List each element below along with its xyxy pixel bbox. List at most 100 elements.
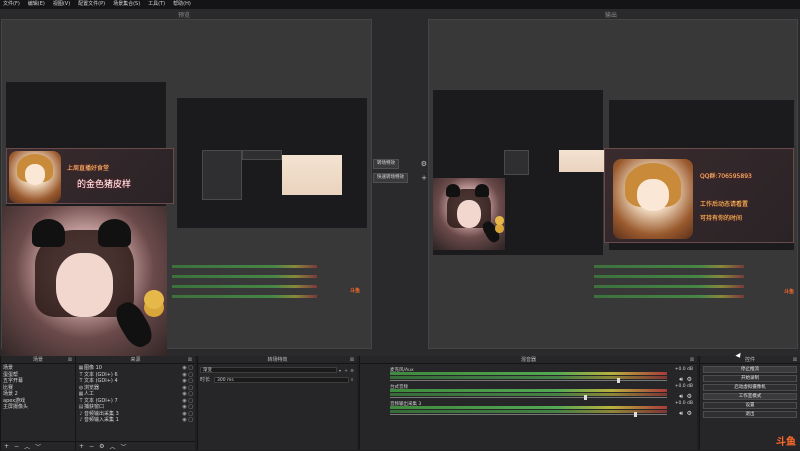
level-meter xyxy=(390,389,667,392)
volume-slider[interactable] xyxy=(390,380,667,381)
eye-icon[interactable]: ◉ ▢ xyxy=(182,417,193,424)
duration-label: 时长 xyxy=(200,377,211,383)
mixer-channel: 麦克风/Aux +0.0 dB 🔊︎ ⚙ xyxy=(390,367,695,384)
nested-panel xyxy=(242,150,282,160)
level-meter xyxy=(390,410,667,413)
transitions-title: 转场特效 xyxy=(267,357,288,363)
sources-panel: 来源 ⊠ ▦ 图像 10 ◉ ▢ T 文本 (GDI+) 6 ◉ ▢ T 文本 (GDI+)… xyxy=(75,356,195,451)
nested-meter xyxy=(172,265,317,268)
douyu-watermark-small: 斗鱼 xyxy=(350,288,361,294)
gear-icon[interactable]: ⚙ xyxy=(349,368,355,373)
webcam-source xyxy=(433,178,505,250)
scene-item[interactable]: 主屏摄像头 xyxy=(1,404,75,411)
stepper-icon[interactable]: ⇕ xyxy=(349,377,355,382)
gear-icon[interactable]: ⚙ xyxy=(421,160,427,168)
stop-streaming-button[interactable]: 停止推流 xyxy=(703,366,797,373)
settings-button[interactable]: 设置 xyxy=(703,402,797,409)
move-up-button[interactable]: ︿ xyxy=(24,442,30,451)
nested-meter xyxy=(594,265,744,268)
overlay-banner: QQ群:706595893 工作后动态请看置 可持有你的时间 xyxy=(604,148,794,243)
transition-type-select[interactable]: 渐变 xyxy=(200,367,337,373)
audio-mixer-panel: 混音器 ⊠ 麦克风/Aux +0.0 dB 🔊︎ ⚙ 台式音频 +0.0 dB 🔊… xyxy=(359,356,697,450)
channel-db: +0.0 dB xyxy=(674,401,693,406)
close-icon[interactable]: ⊠ xyxy=(350,356,354,364)
webcam-source xyxy=(2,206,167,364)
close-icon[interactable]: ⊠ xyxy=(690,356,694,364)
overlay-line-2: 工作后动态请看置 xyxy=(700,201,749,208)
level-meter xyxy=(390,406,667,409)
volume-slider[interactable] xyxy=(390,414,667,415)
quick-transition-button[interactable]: 快速转场特效 + xyxy=(373,173,427,183)
menu-profile[interactable]: 配置文件(P) xyxy=(78,0,105,9)
menu-file[interactable]: 文件(F) xyxy=(3,0,20,9)
level-meter xyxy=(390,393,667,396)
close-icon[interactable]: ⊠ xyxy=(68,356,72,364)
volume-knob[interactable] xyxy=(633,412,637,417)
channel-db: +0.0 dB xyxy=(674,367,693,372)
gear-icon[interactable]: ⚙ xyxy=(687,410,692,417)
nested-preview xyxy=(202,150,242,200)
transitions-panel: 转场特效 ⊠ 渐变 ▾ + ⚙ 时长 300 ms ⇕ xyxy=(197,356,357,450)
close-icon[interactable]: ⊠ xyxy=(188,356,192,364)
program-label: 输出 xyxy=(605,12,618,19)
overlay-line-3: 可持有你的时间 xyxy=(700,215,743,222)
anime-avatar xyxy=(613,159,693,239)
nested-overlay-image xyxy=(282,155,342,195)
nested-meter xyxy=(594,275,744,278)
transition-button[interactable]: 转场特效 ⚙ xyxy=(373,159,427,169)
remove-source-button[interactable]: − xyxy=(89,443,94,450)
nested-preview xyxy=(504,150,529,175)
nested-meter xyxy=(172,295,317,298)
scenes-title: 场景 xyxy=(32,357,43,363)
start-recording-button[interactable]: 开始录制 xyxy=(703,375,797,382)
duration-input[interactable]: 300 ms xyxy=(214,376,349,383)
overlay-banner: 上周直播好食堂 的金色猪皮样 xyxy=(6,148,174,204)
exit-button[interactable]: 退出 xyxy=(703,411,797,418)
menu-help[interactable]: 帮助(H) xyxy=(173,0,191,9)
anime-avatar xyxy=(9,151,61,203)
speaker-icon[interactable]: 🔊︎ xyxy=(679,393,683,401)
close-icon[interactable]: ⊠ xyxy=(793,356,797,364)
menu-edit[interactable]: 编辑(E) xyxy=(28,0,45,9)
source-settings-button[interactable]: ⚙ xyxy=(99,443,104,450)
controls-title: 控件 xyxy=(744,357,755,363)
preview-label: 预览 xyxy=(178,12,191,19)
sources-title: 来源 xyxy=(130,357,141,363)
scenes-panel: 场景 ⊠ 场景 蛋蛋帮 五字开幕 比赛 场景 2 apex游戏 主屏摄像头 + −… xyxy=(0,356,75,451)
level-meter xyxy=(390,372,667,375)
program-pane: QQ群:706595893 工作后动态请看置 可持有你的时间 斗鱼 xyxy=(428,19,798,349)
speaker-icon[interactable]: 🔊︎ xyxy=(679,376,683,384)
gear-icon[interactable]: ⚙ xyxy=(687,376,692,383)
add-scene-button[interactable]: + xyxy=(4,443,9,450)
overlay-line-1: QQ群:706595893 xyxy=(700,173,752,180)
menu-scene-collection[interactable]: 场景集合(S) xyxy=(113,0,140,9)
start-virtual-camera-button[interactable]: 启动虚拟摄像机 xyxy=(703,384,797,391)
menu-view[interactable]: 视图(V) xyxy=(53,0,70,9)
menu-tools[interactable]: 工具(T) xyxy=(148,0,165,9)
mixer-channel: 音频输出采集 3 +0.0 dB 🔊︎ ⚙ xyxy=(390,401,695,418)
studio-mode-button[interactable]: 工作室模式 xyxy=(703,393,797,400)
nested-meter xyxy=(172,285,317,288)
remove-scene-button[interactable]: − xyxy=(14,443,19,450)
mixer-title: 混音器 xyxy=(520,357,536,363)
volume-knob[interactable] xyxy=(617,378,621,383)
move-up-button[interactable]: ︿ xyxy=(109,442,115,451)
nested-overlay-image xyxy=(559,150,604,172)
transition-controls: 转场特效 ⚙ 快速转场特效 + xyxy=(373,159,427,187)
menu-bar: 文件(F) 编辑(E) 视图(V) 配置文件(P) 场景集合(S) 工具(T) … xyxy=(0,0,800,9)
volume-knob[interactable] xyxy=(583,395,587,400)
overlay-line-2: 的金色猪皮样 xyxy=(77,180,132,190)
move-down-button[interactable]: ﹀ xyxy=(120,442,126,451)
preview-pane[interactable]: 上周直播好食堂 的金色猪皮样 xyxy=(1,19,372,364)
speaker-icon[interactable]: 🔊︎ xyxy=(679,410,683,418)
plus-icon[interactable]: + xyxy=(421,174,427,182)
add-source-button[interactable]: + xyxy=(79,443,84,450)
move-down-button[interactable]: ﹀ xyxy=(35,442,41,451)
bottom-dock: 场景 ⊠ 场景 蛋蛋帮 五字开幕 比赛 场景 2 apex游戏 主屏摄像头 + −… xyxy=(0,356,800,451)
volume-slider[interactable] xyxy=(390,397,667,398)
source-item[interactable]: ♪ 音频输入采集 1 ◉ ▢ xyxy=(76,417,195,424)
gear-icon[interactable]: ⚙ xyxy=(687,393,692,400)
nested-meter xyxy=(594,285,744,288)
douyu-watermark-small: 斗鱼 xyxy=(784,289,795,295)
channel-db: +0.0 dB xyxy=(674,384,693,389)
